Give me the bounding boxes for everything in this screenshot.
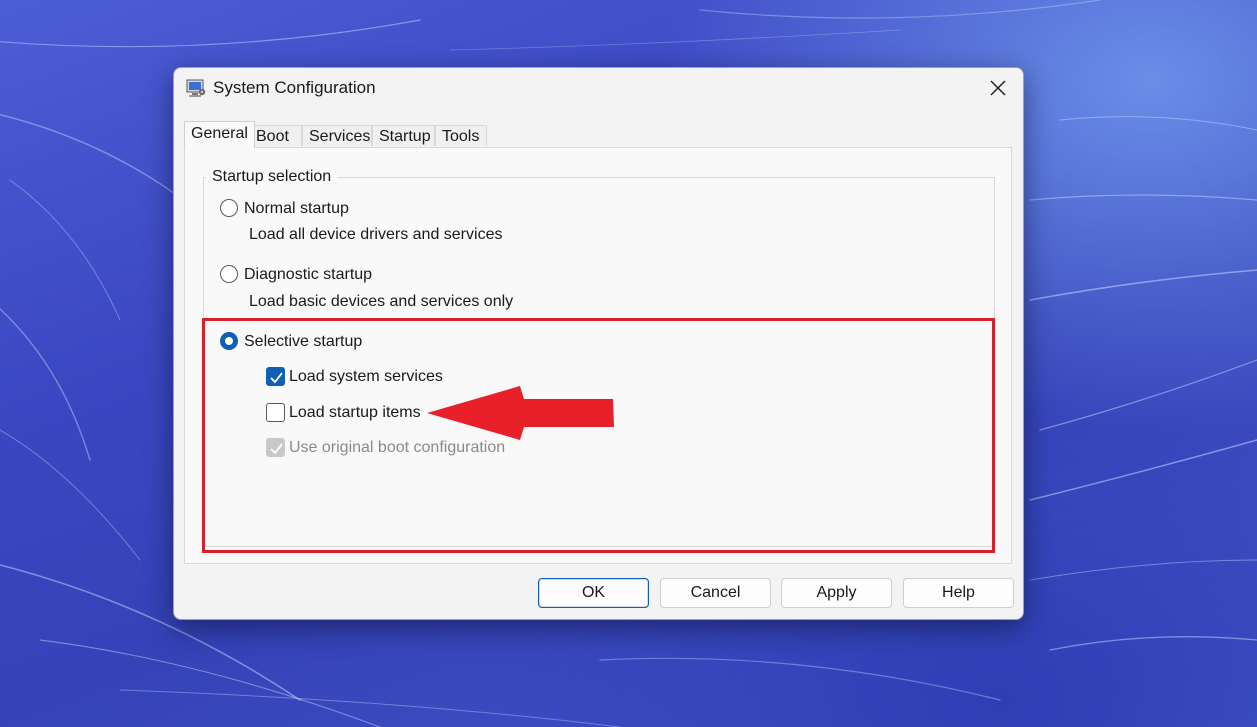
ok-button[interactable]: OK <box>538 578 649 608</box>
tab-startup[interactable]: Startup <box>372 125 435 146</box>
tab-tools[interactable]: Tools <box>435 125 487 146</box>
group-label: Startup selection <box>206 168 338 186</box>
tab-services[interactable]: Services <box>302 125 372 146</box>
diagnostic-startup-radio[interactable] <box>220 265 238 283</box>
normal-startup-label[interactable]: Normal startup <box>244 200 349 218</box>
title-bar[interactable]: System Configuration <box>174 68 1023 108</box>
normal-startup-radio[interactable] <box>220 199 238 217</box>
tab-boot[interactable]: Boot <box>249 125 302 146</box>
annotation-arrow-icon <box>427 386 614 440</box>
close-icon[interactable] <box>987 77 1009 99</box>
apply-button[interactable]: Apply <box>781 578 892 608</box>
diagnostic-startup-label[interactable]: Diagnostic startup <box>244 266 372 284</box>
tab-general[interactable]: General <box>184 121 255 148</box>
help-button[interactable]: Help <box>903 578 1014 608</box>
cancel-button[interactable]: Cancel <box>660 578 771 608</box>
normal-startup-description: Load all device drivers and services <box>249 226 503 243</box>
msconfig-icon <box>186 79 206 97</box>
diagnostic-startup-description: Load basic devices and services only <box>249 293 514 310</box>
window-title: System Configuration <box>213 78 376 97</box>
system-configuration-dialog: System Configuration General Boot Servic… <box>173 67 1024 620</box>
